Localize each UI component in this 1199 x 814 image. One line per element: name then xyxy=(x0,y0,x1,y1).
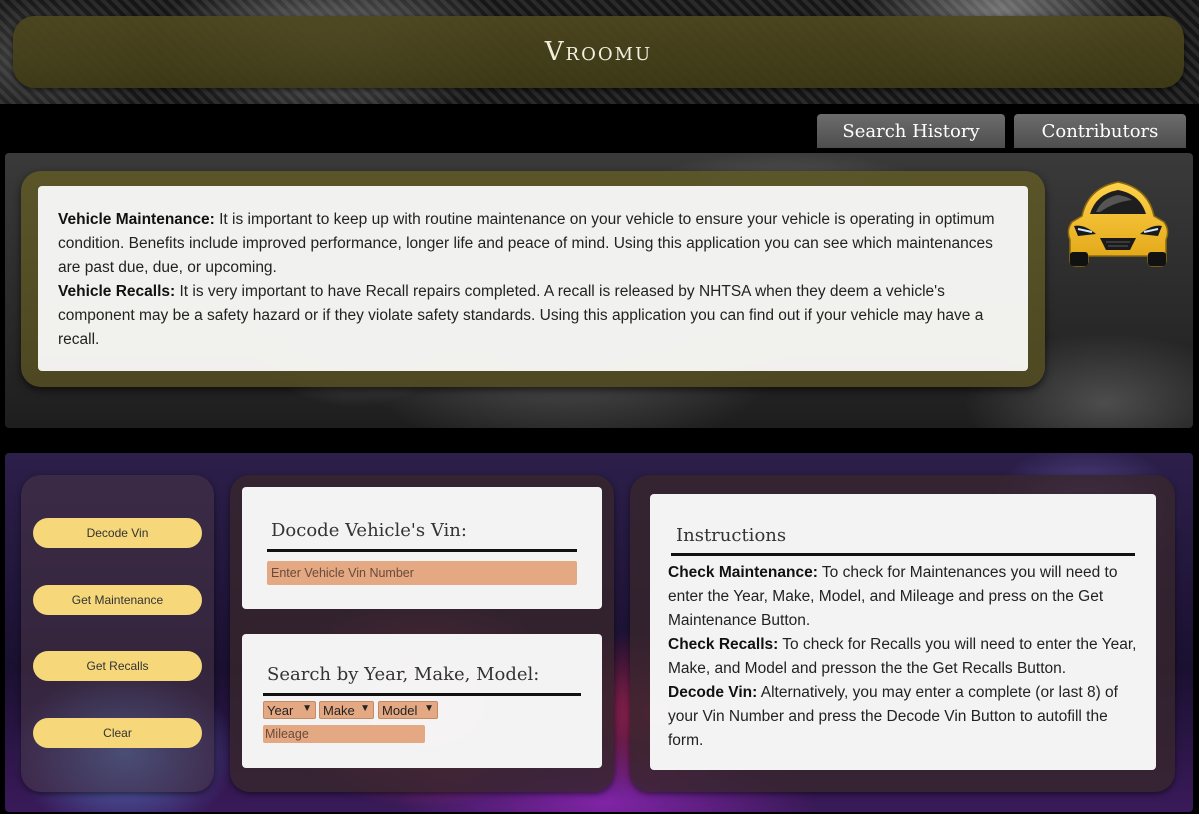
get-maintenance-button[interactable]: Get Maintenance xyxy=(33,585,202,615)
ymm-search-heading: Search by Year, Make, Model: xyxy=(267,664,540,685)
vin-search-card xyxy=(242,487,602,609)
recalls-paragraph: Vehicle Recalls: It is very important to… xyxy=(58,280,1008,352)
chevron-down-icon: ▼ xyxy=(302,703,312,714)
year-select[interactable]: Year ▼ xyxy=(263,701,316,719)
make-select[interactable]: Make ▼ xyxy=(319,701,374,719)
recalls-label: Vehicle Recalls: xyxy=(58,283,176,300)
mileage-input[interactable]: Mileage xyxy=(263,725,425,743)
tab-search-history[interactable]: Search History xyxy=(817,114,1005,148)
decode-vin-instruction: Decode Vin: Alternatively, you may enter… xyxy=(668,681,1143,753)
instructions-divider xyxy=(671,553,1135,556)
clear-button[interactable]: Clear xyxy=(33,718,202,748)
check-maintenance-instruction: Check Maintenance: To check for Maintena… xyxy=(668,561,1143,633)
make-select-value: Make xyxy=(323,702,355,718)
recalls-text: It is very important to have Recall repa… xyxy=(58,283,984,348)
instructions-heading: Instructions xyxy=(676,525,787,546)
maintenance-paragraph: Vehicle Maintenance: It is important to … xyxy=(58,208,1008,280)
chevron-down-icon: ▼ xyxy=(360,703,370,714)
check-recalls-label: Check Recalls: xyxy=(668,636,779,653)
vin-heading-divider xyxy=(267,549,577,552)
vin-search-heading: Docode Vehicle's Vin: xyxy=(271,520,467,541)
sports-car-icon xyxy=(1067,181,1169,267)
app-title: Vroomu xyxy=(544,37,653,67)
model-select-value: Model xyxy=(382,702,418,718)
model-select[interactable]: Model ▼ xyxy=(378,701,438,719)
decode-vin-button[interactable]: Decode Vin xyxy=(33,518,202,548)
check-maintenance-label: Check Maintenance: xyxy=(668,564,818,581)
check-recalls-instruction: Check Recalls: To check for Recalls you … xyxy=(668,633,1143,681)
instructions-text: Check Maintenance: To check for Maintena… xyxy=(668,561,1143,753)
chevron-down-icon: ▼ xyxy=(424,703,434,714)
ymm-heading-divider xyxy=(263,693,581,696)
header-bar: Vroomu xyxy=(13,16,1184,88)
tab-contributors[interactable]: Contributors xyxy=(1014,114,1186,148)
maintenance-label: Vehicle Maintenance: xyxy=(58,211,215,228)
info-card: Vehicle Maintenance: It is important to … xyxy=(38,186,1028,371)
get-recalls-button[interactable]: Get Recalls xyxy=(33,651,202,681)
decode-vin-label: Decode Vin: xyxy=(668,684,758,701)
year-select-value: Year xyxy=(267,702,294,718)
vin-input[interactable]: Enter Vehicle Vin Number xyxy=(267,561,577,585)
